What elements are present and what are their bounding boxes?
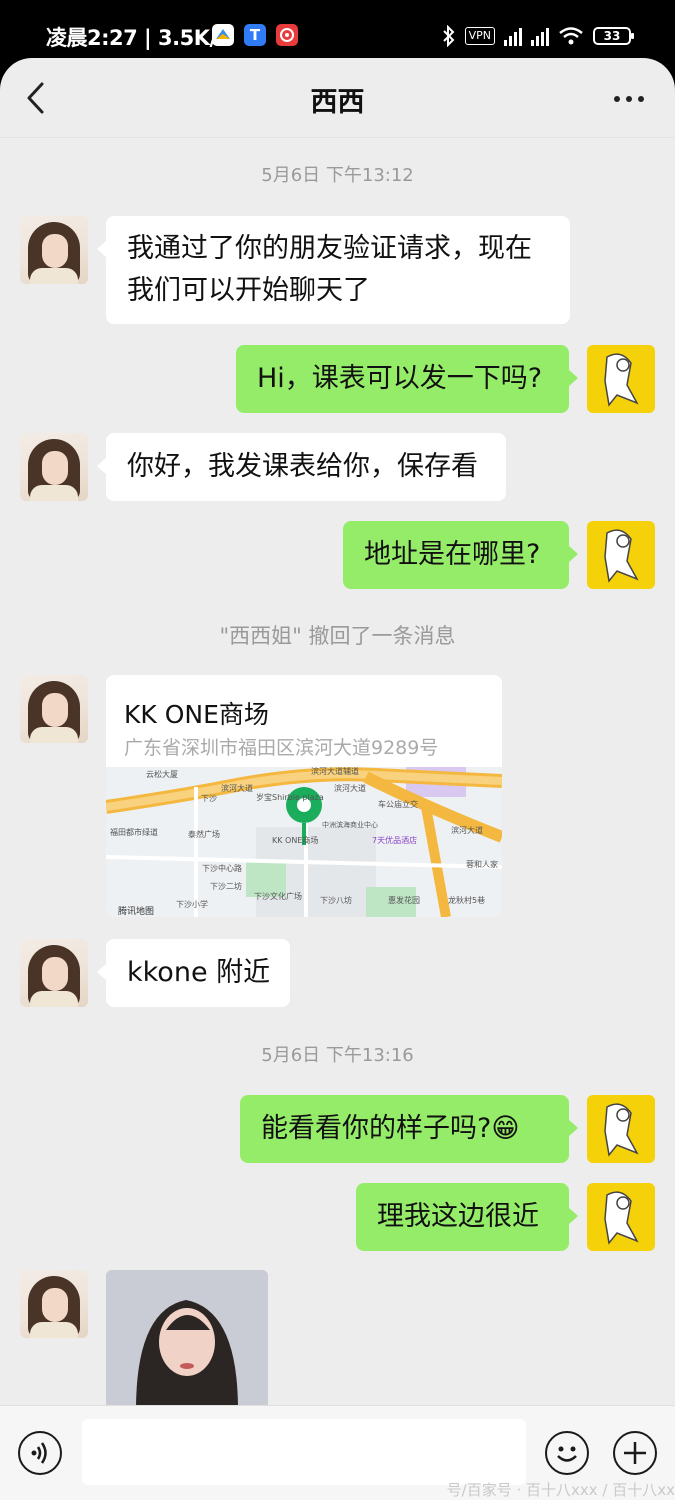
- more-options-button[interactable]: [607, 84, 651, 114]
- image-message[interactable]: [106, 1270, 268, 1410]
- message-text: 我们可以开始聊天了: [127, 275, 370, 306]
- more-dot-icon: [626, 96, 632, 102]
- message-input[interactable]: [82, 1419, 526, 1485]
- outgoing-message[interactable]: 理我这边很近: [356, 1183, 578, 1251]
- plus-icon: [624, 1442, 646, 1464]
- timestamp: 5月6日 下午13:16: [261, 1045, 414, 1066]
- map-label: 泰然广场: [188, 829, 220, 839]
- map-label: 龙秋村5巷: [448, 895, 485, 905]
- location-card[interactable]: KK ONE商场 广东省深圳市福田区滨河大道9289号 云松大厦 滨河大道辅道 …: [106, 675, 502, 917]
- map-label: 下沙中心路: [202, 863, 242, 873]
- map-label: 滨河大道: [334, 783, 366, 793]
- contact-avatar[interactable]: [20, 675, 88, 743]
- voice-button[interactable]: [18, 1431, 62, 1475]
- map-label: 滨河大道: [221, 783, 253, 793]
- signal-1-icon: [504, 26, 522, 46]
- map-label: 7天优品酒店: [372, 835, 417, 845]
- more-dot-icon: [614, 96, 620, 102]
- map-label: 云松大厦: [146, 769, 178, 779]
- timestamp: 5月6日 下午13:12: [261, 165, 414, 186]
- map-label: 下沙文化广场: [254, 891, 302, 901]
- my-avatar[interactable]: [587, 345, 655, 413]
- status-time: 凌晨2:27 | 3.5K/s: [46, 26, 229, 50]
- incoming-message[interactable]: 你好，我发课表给你，保存看: [97, 433, 506, 501]
- map-label: 岁宝Shirble plaza: [256, 792, 324, 802]
- contact-avatar[interactable]: [20, 1270, 88, 1338]
- signal-2-icon: [531, 26, 549, 46]
- chat-title: 西西: [310, 87, 365, 118]
- watermark: 号/百家号 · 百十八xxx / 百十八xx: [446, 1481, 675, 1499]
- bluetooth-icon: [442, 25, 455, 47]
- map-label: 滨河大道: [451, 825, 483, 835]
- battery-indicator: 33: [593, 27, 634, 45]
- tencent-app-icon: T: [244, 24, 266, 46]
- map-label: 中洲滨海商业中心: [322, 820, 378, 829]
- map-label: 下沙小学: [176, 899, 208, 909]
- cloud-app-icon: [212, 24, 234, 46]
- input-bar: 号/百家号 · 百十八xxx / 百十八xx: [0, 1405, 675, 1500]
- contact-avatar[interactable]: [20, 939, 88, 1007]
- contact-avatar[interactable]: [20, 216, 88, 284]
- add-button[interactable]: [613, 1431, 657, 1475]
- outgoing-message[interactable]: Hi，课表可以发一下吗?: [236, 345, 578, 413]
- map-label: 福田都市绿道: [110, 827, 158, 837]
- map-label: 车公庙立交: [378, 799, 418, 809]
- map-label: 蓉和人家: [466, 859, 498, 869]
- incoming-message[interactable]: 我通过了你的朋友验证请求，现在 我们可以开始聊天了: [97, 216, 570, 324]
- recall-notice: "西西姐" 撤回了一条消息: [219, 624, 456, 648]
- message-text: 我通过了你的朋友验证请求，现在: [127, 233, 532, 264]
- my-avatar[interactable]: [587, 1095, 655, 1163]
- outgoing-message[interactable]: 能看看你的样子吗?😁: [240, 1095, 578, 1163]
- map-label: 滨河大道辅道: [311, 767, 359, 776]
- my-avatar[interactable]: [587, 521, 655, 589]
- vpn-badge: VPN: [464, 27, 495, 45]
- my-avatar[interactable]: [587, 1183, 655, 1251]
- voice-icon: [31, 1442, 47, 1464]
- location-name: KK ONE商场: [124, 700, 269, 729]
- map-label: 下沙八坊: [320, 895, 352, 905]
- map-label: KK ONE商场: [272, 835, 318, 845]
- location-address: 广东省深圳市福田区滨河大道9289号: [124, 737, 439, 759]
- chat-header: 西西: [0, 58, 675, 138]
- outgoing-message[interactable]: 地址是在哪里?: [343, 521, 578, 589]
- map-preview: 云松大厦 滨河大道辅道 滨河大道 滨河大道 下沙 岁宝Shirble plaza…: [106, 767, 502, 917]
- netease-music-icon: [276, 24, 298, 46]
- emoji-button[interactable]: [545, 1431, 589, 1475]
- chat-screen: 西西 5月6日 下午13:12 我通过了你的朋友验证请求，现在 我们可以开始聊天…: [0, 58, 675, 1500]
- more-dot-icon: [638, 96, 644, 102]
- map-logo: 腾讯地图: [118, 905, 154, 917]
- map-label: 下沙: [201, 794, 217, 803]
- contact-avatar[interactable]: [20, 433, 88, 501]
- map-label: 惠发花园: [388, 895, 420, 905]
- status-indicators: VPN 33: [442, 22, 634, 50]
- wifi-icon: [559, 27, 583, 45]
- emoji-icon: [557, 1446, 577, 1462]
- map-label: 下沙二坊: [210, 881, 242, 891]
- incoming-message[interactable]: kkone 附近: [97, 939, 290, 1007]
